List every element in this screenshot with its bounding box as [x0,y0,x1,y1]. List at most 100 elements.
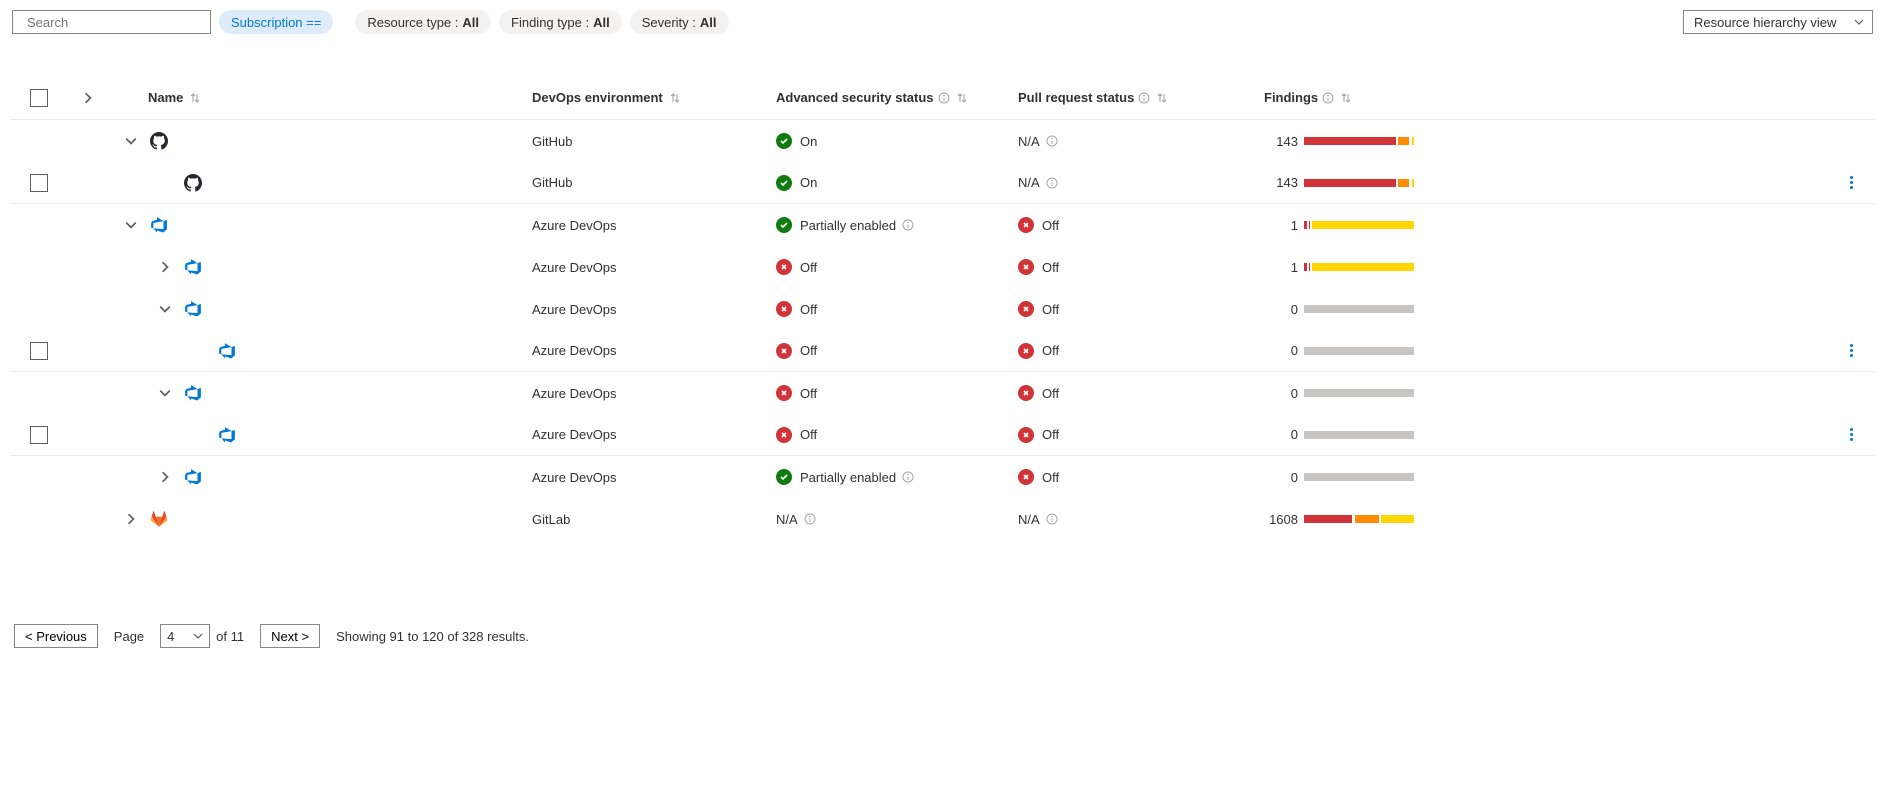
table-row[interactable]: GitHub On N/A 143 [10,162,1875,204]
expand-all-toggle[interactable] [79,89,97,107]
findings-count: 143 [1264,175,1298,190]
table-row[interactable]: Azure DevOpsOffOff0 [10,372,1875,414]
table-row[interactable]: GitHubOnN/A143 [10,120,1875,162]
findings-bar [1304,221,1414,229]
expand-toggle[interactable] [122,510,140,528]
chevron-down-icon [193,631,203,641]
findings-count: 0 [1264,343,1298,358]
azure-devops-icon [184,384,202,402]
env-label: GitLab [532,512,570,527]
env-label: Azure DevOps [532,302,617,317]
status-label: On [800,175,817,190]
row-checkbox[interactable] [30,426,48,444]
table-row[interactable]: Azure DevOpsOffOff0 [10,288,1875,330]
info-icon[interactable] [938,92,950,104]
azure-devops-icon [218,426,236,444]
table-row[interactable]: Azure DevOpsOffOff1 [10,246,1875,288]
search-input[interactable] [25,14,205,31]
expand-toggle[interactable] [156,384,174,402]
search-input-container[interactable] [12,10,211,34]
findings-cell: 143 [1264,175,1414,190]
status-dot [776,217,792,233]
sort-icon [189,92,201,104]
findings-cell: 143 [1264,134,1414,149]
table-row[interactable]: Azure DevOpsOffOff0 [10,414,1875,456]
findings-count: 1 [1264,260,1298,275]
status-label: On [800,134,817,149]
status-dot [1018,259,1034,275]
status-label: Off [1042,470,1059,485]
env-label: GitHub [532,175,572,190]
status-label: Off [800,343,817,358]
azure-devops-icon [218,342,236,360]
status-na: N/A [1018,175,1040,190]
status-label: Off [800,386,817,401]
status-na: N/A [776,512,798,527]
status-dot [776,385,792,401]
findings-bar [1304,179,1414,187]
col-adv[interactable]: Advanced security status [776,90,934,105]
col-env[interactable]: DevOps environment [532,90,663,105]
expand-toggle[interactable] [156,300,174,318]
status-label: Off [800,260,817,275]
table-row[interactable]: Azure DevOpsOffOff0 [10,330,1875,372]
expand-toggle[interactable] [122,216,140,234]
table-row[interactable]: GitLabN/AN/A1608 [10,498,1875,540]
table-body: GitHubOnN/A143GitHubOnN/A143Azure DevOps… [10,120,1875,540]
status-dot [1018,301,1034,317]
findings-bar [1304,431,1414,439]
row-menu-button[interactable] [1841,341,1861,361]
view-select[interactable]: Resource hierarchy view [1683,10,1873,34]
col-name[interactable]: Name [148,90,183,105]
col-pr[interactable]: Pull request status [1018,90,1134,105]
filter-resource-type-value: All [462,15,479,30]
filter-severity-label: Severity : [642,15,696,30]
findings-cell: 1 [1264,218,1414,233]
next-button[interactable]: Next > [260,624,320,648]
row-checkbox[interactable] [30,342,48,360]
select-all-checkbox[interactable] [30,89,48,107]
filter-finding-type-value: All [593,15,610,30]
previous-button[interactable]: < Previous [14,624,98,648]
col-findings[interactable]: Findings [1264,90,1318,105]
expand-toggle[interactable] [122,132,140,150]
gitlab-icon [150,510,168,528]
findings-bar [1304,473,1414,481]
filter-subscription[interactable]: Subscription == [219,10,333,34]
findings-bar [1304,263,1414,271]
sort-icon [1156,92,1168,104]
filter-resource-type[interactable]: Resource type : All [355,10,491,34]
expand-toggle[interactable] [156,258,174,276]
filter-severity[interactable]: Severity : All [630,10,729,34]
expand-toggle[interactable] [156,468,174,486]
page-select[interactable]: 4 [160,624,210,648]
row-checkbox[interactable] [30,174,48,192]
table-row[interactable]: Azure DevOpsPartially enabledOff1 [10,204,1875,246]
github-icon [184,174,202,192]
findings-count: 0 [1264,427,1298,442]
info-icon[interactable] [1138,92,1150,104]
filter-finding-type-label: Finding type : [511,15,589,30]
view-select-label: Resource hierarchy view [1694,15,1836,30]
filter-subscription-label: Subscription == [231,15,321,30]
info-icon[interactable] [1322,92,1334,104]
filter-finding-type[interactable]: Finding type : All [499,10,622,34]
azure-devops-icon [184,300,202,318]
row-menu-button[interactable] [1841,173,1861,193]
table-row[interactable]: Azure DevOpsPartially enabledOff0 [10,456,1875,498]
status-dot [1018,427,1034,443]
findings-bar [1304,305,1414,313]
status-dot [1018,217,1034,233]
github-icon [150,132,168,150]
status-dot [776,301,792,317]
status-label: Off [1042,302,1059,317]
results-table: Name DevOps environment Advanced securit… [10,76,1875,564]
row-menu-button[interactable] [1841,425,1861,445]
findings-count: 1 [1264,218,1298,233]
findings-count: 0 [1264,386,1298,401]
findings-cell: 0 [1264,386,1414,401]
status-dot [776,133,792,149]
status-dot [776,259,792,275]
status-label: Off [1042,427,1059,442]
findings-cell: 0 [1264,427,1414,442]
